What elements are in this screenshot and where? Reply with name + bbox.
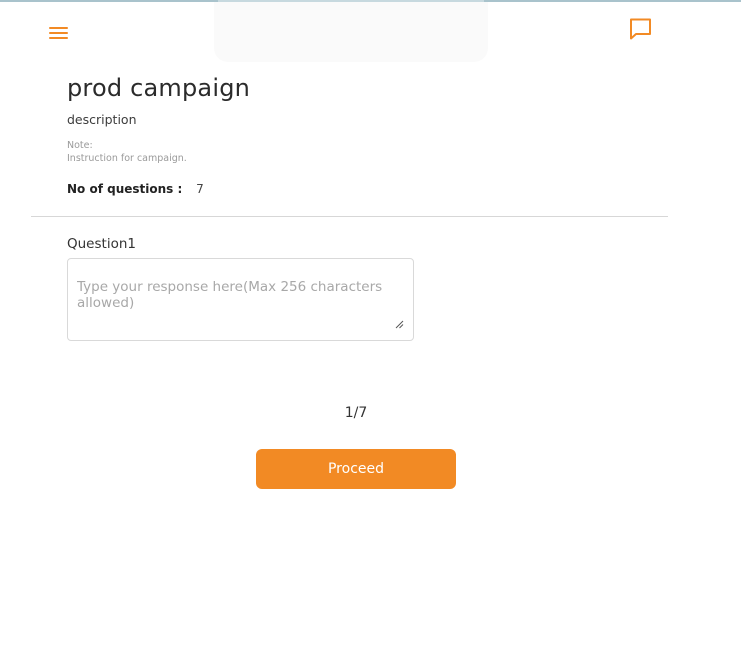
question-pager: 1/7 bbox=[344, 405, 368, 421]
campaign-description: description bbox=[67, 112, 137, 127]
section-divider bbox=[31, 216, 668, 217]
chat-bubble-icon bbox=[630, 18, 651, 40]
hamburger-menu-icon bbox=[49, 27, 68, 39]
menu-button[interactable] bbox=[48, 24, 70, 42]
proceed-button[interactable]: Proceed bbox=[256, 449, 456, 489]
question-count: No of questions : 7 bbox=[67, 181, 667, 197]
resize-handle-icon[interactable] bbox=[394, 319, 404, 329]
note-text: Instruction for campaign. bbox=[67, 153, 187, 164]
response-box bbox=[67, 258, 414, 341]
question-count-value: 7 bbox=[196, 182, 204, 196]
chat-button[interactable] bbox=[628, 17, 654, 41]
question-count-label: No of questions : bbox=[67, 182, 183, 196]
response-textarea[interactable] bbox=[77, 279, 399, 329]
logo-area bbox=[214, 2, 488, 62]
question-label: Question1 bbox=[67, 236, 136, 252]
campaign-header: prod campaign description Note: Instruct… bbox=[67, 70, 667, 197]
page-title: prod campaign bbox=[67, 74, 251, 102]
note-label: Note: bbox=[67, 140, 93, 151]
